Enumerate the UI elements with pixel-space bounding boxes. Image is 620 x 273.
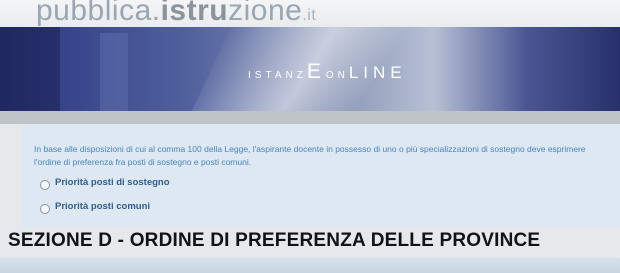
logo-text-part2: istru [160,0,229,27]
radio-button-icon[interactable] [40,204,50,214]
option-priorita-comuni[interactable]: Priorità posti comuni [40,199,150,214]
banner-decoration-left [0,27,60,111]
option-label: Priorità posti comuni [55,201,151,212]
bottom-band [0,258,620,273]
option-priorita-sostegno[interactable]: Priorità posti di sostegno [40,175,170,190]
logo-text-part1: pubblica. [36,0,161,27]
brand-part2: E [306,60,326,83]
istanze-online-brand: ISTANZEONLINE [248,60,407,84]
istanze-online-banner: ISTANZEONLINE [0,27,620,111]
banner-bottom-strip [0,111,620,124]
brand-part3: ON [325,70,349,81]
header-logo-band: pubblica.istruzione.it [0,0,620,27]
section-title: SEZIONE D - ORDINE DI PREFERENZA DELLE P… [8,230,541,251]
banner-decoration-bar [100,33,128,111]
info-text: In base alle disposizioni di cui al comm… [34,144,586,167]
site-logo[interactable]: pubblica.istruzione.it [36,0,316,28]
option-label: Priorità posti di sostegno [55,177,170,188]
brand-part1: ISTANZ [248,70,307,81]
brand-part4: LINE [348,63,407,82]
radio-button-icon[interactable] [40,180,50,190]
logo-text-part3: zione [228,0,303,27]
logo-tld: .it [302,7,317,24]
